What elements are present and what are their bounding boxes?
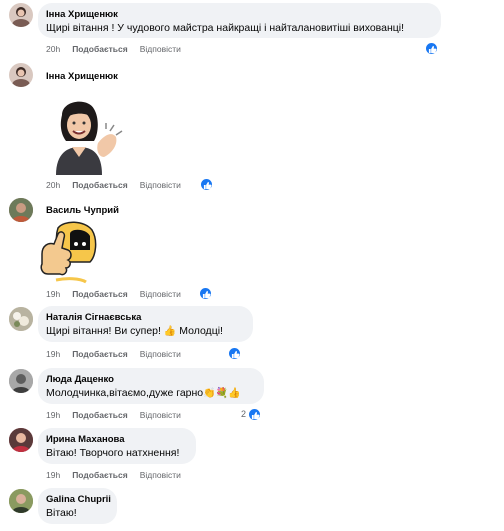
comment-time[interactable]: 19h [46, 410, 60, 420]
comment-bubble: Інна Хрищенюк Щирі вітання ! У чудового … [38, 3, 441, 38]
avatar[interactable] [9, 3, 33, 27]
comment-author[interactable]: Інна Хрищенюк [46, 70, 118, 83]
comment-text: Молодчинка,вітаємо,дуже гарно👏💐👍 [46, 386, 256, 401]
reply-button[interactable]: Відповісти [140, 44, 181, 54]
avatar-image [12, 7, 30, 27]
comment-actions: 19h Подобається Відповісти [46, 470, 193, 480]
comment-actions: 19h Подобається Відповісти [46, 289, 193, 299]
comment-actions: 20h Подобається Відповісти [46, 180, 193, 190]
comment-actions: 19h Подобається Відповісти [46, 349, 193, 359]
comment-bubble: Ирина Маханова Вітаю! Творчого натхнення… [38, 428, 196, 464]
like-button[interactable]: Подобається [72, 44, 128, 54]
comment-author[interactable]: Ирина Маханова [46, 433, 188, 446]
comment-bubble: Люда Даценко Молодчинка,вітаємо,дуже гар… [38, 368, 264, 404]
comment-actions: 20h Подобається Відповісти [46, 44, 193, 54]
comment-bubble: Наталія Сігнаєвська Щирі вітання! Ви суп… [38, 306, 253, 342]
avatar[interactable] [9, 369, 33, 393]
like-button[interactable]: Подобається [72, 180, 128, 190]
like-reaction-icon[interactable] [228, 347, 241, 360]
reply-button[interactable]: Відповісти [140, 410, 181, 420]
avatar[interactable] [9, 307, 33, 331]
avatar[interactable] [9, 63, 33, 87]
comment-actions: 19h Подобається Відповісти [46, 410, 193, 420]
thumbs-up-emoji-icon: 👍 [228, 388, 241, 399]
like-reaction-icon[interactable] [248, 408, 261, 421]
comment-time[interactable]: 19h [46, 289, 60, 299]
avatar-image [9, 428, 33, 452]
comment-text-part: Щирі вітання! Ви супер! [46, 325, 161, 337]
comment-time[interactable]: 19h [46, 349, 60, 359]
like-button[interactable]: Подобається [72, 289, 128, 299]
comment-bubble: Galina Chuprii Вітаю! [38, 488, 117, 524]
like-reaction-icon[interactable] [200, 178, 213, 191]
avatar-image [9, 369, 33, 393]
bouquet-emoji-icon: 💐 [215, 388, 229, 399]
comment-text: Щирі вітання ! У чудового майстра найкра… [46, 22, 405, 34]
avatar[interactable] [9, 428, 33, 452]
comment-text: Щирі вітання! Ви супер! 👍 Молодці! [46, 324, 245, 339]
comment-author[interactable]: Інна Хрищенюк [46, 8, 433, 21]
comment-text-part: Молодці! [179, 325, 223, 337]
like-reaction-icon[interactable] [199, 287, 212, 300]
avatar-image [9, 198, 33, 222]
comment-author[interactable]: Наталія Сігнаєвська [46, 311, 245, 324]
comment-author[interactable]: Люда Даценко [46, 373, 256, 386]
clapping-woman-sticker [48, 95, 128, 175]
avatar[interactable] [9, 489, 33, 513]
comment-time[interactable]: 19h [46, 470, 60, 480]
avatar-image [9, 307, 33, 331]
comment-author[interactable]: Василь Чуприй [46, 204, 119, 217]
clapping-hands-emoji-icon: 👏 [203, 388, 216, 399]
reply-button[interactable]: Відповісти [140, 349, 181, 359]
like-button[interactable]: Подобається [72, 410, 128, 420]
like-reaction-icon[interactable] [425, 42, 438, 55]
comment-author[interactable]: Galina Chuprii [46, 493, 111, 506]
like-button[interactable]: Подобається [72, 470, 128, 480]
comment-text: Вітаю! [46, 507, 77, 519]
reply-button[interactable]: Відповісти [140, 180, 181, 190]
avatar-image [9, 489, 33, 513]
avatar[interactable] [9, 198, 33, 222]
comment-time[interactable]: 20h [46, 180, 60, 190]
comment-text: Вітаю! Творчого натхнення! [46, 447, 180, 459]
like-button[interactable]: Подобається [72, 349, 128, 359]
reply-button[interactable]: Відповісти [140, 470, 181, 480]
comment-time[interactable]: 20h [46, 44, 60, 54]
reaction-count[interactable]: 2 [241, 409, 246, 419]
thumbs-up-emoji-icon: 👍 [163, 326, 177, 337]
avatar-image [12, 67, 30, 87]
comment-text-part: Молодчинка,вітаємо,дуже гарно [46, 387, 204, 399]
thumbs-up-cat-sticker [36, 220, 102, 286]
reply-button[interactable]: Відповісти [140, 289, 181, 299]
